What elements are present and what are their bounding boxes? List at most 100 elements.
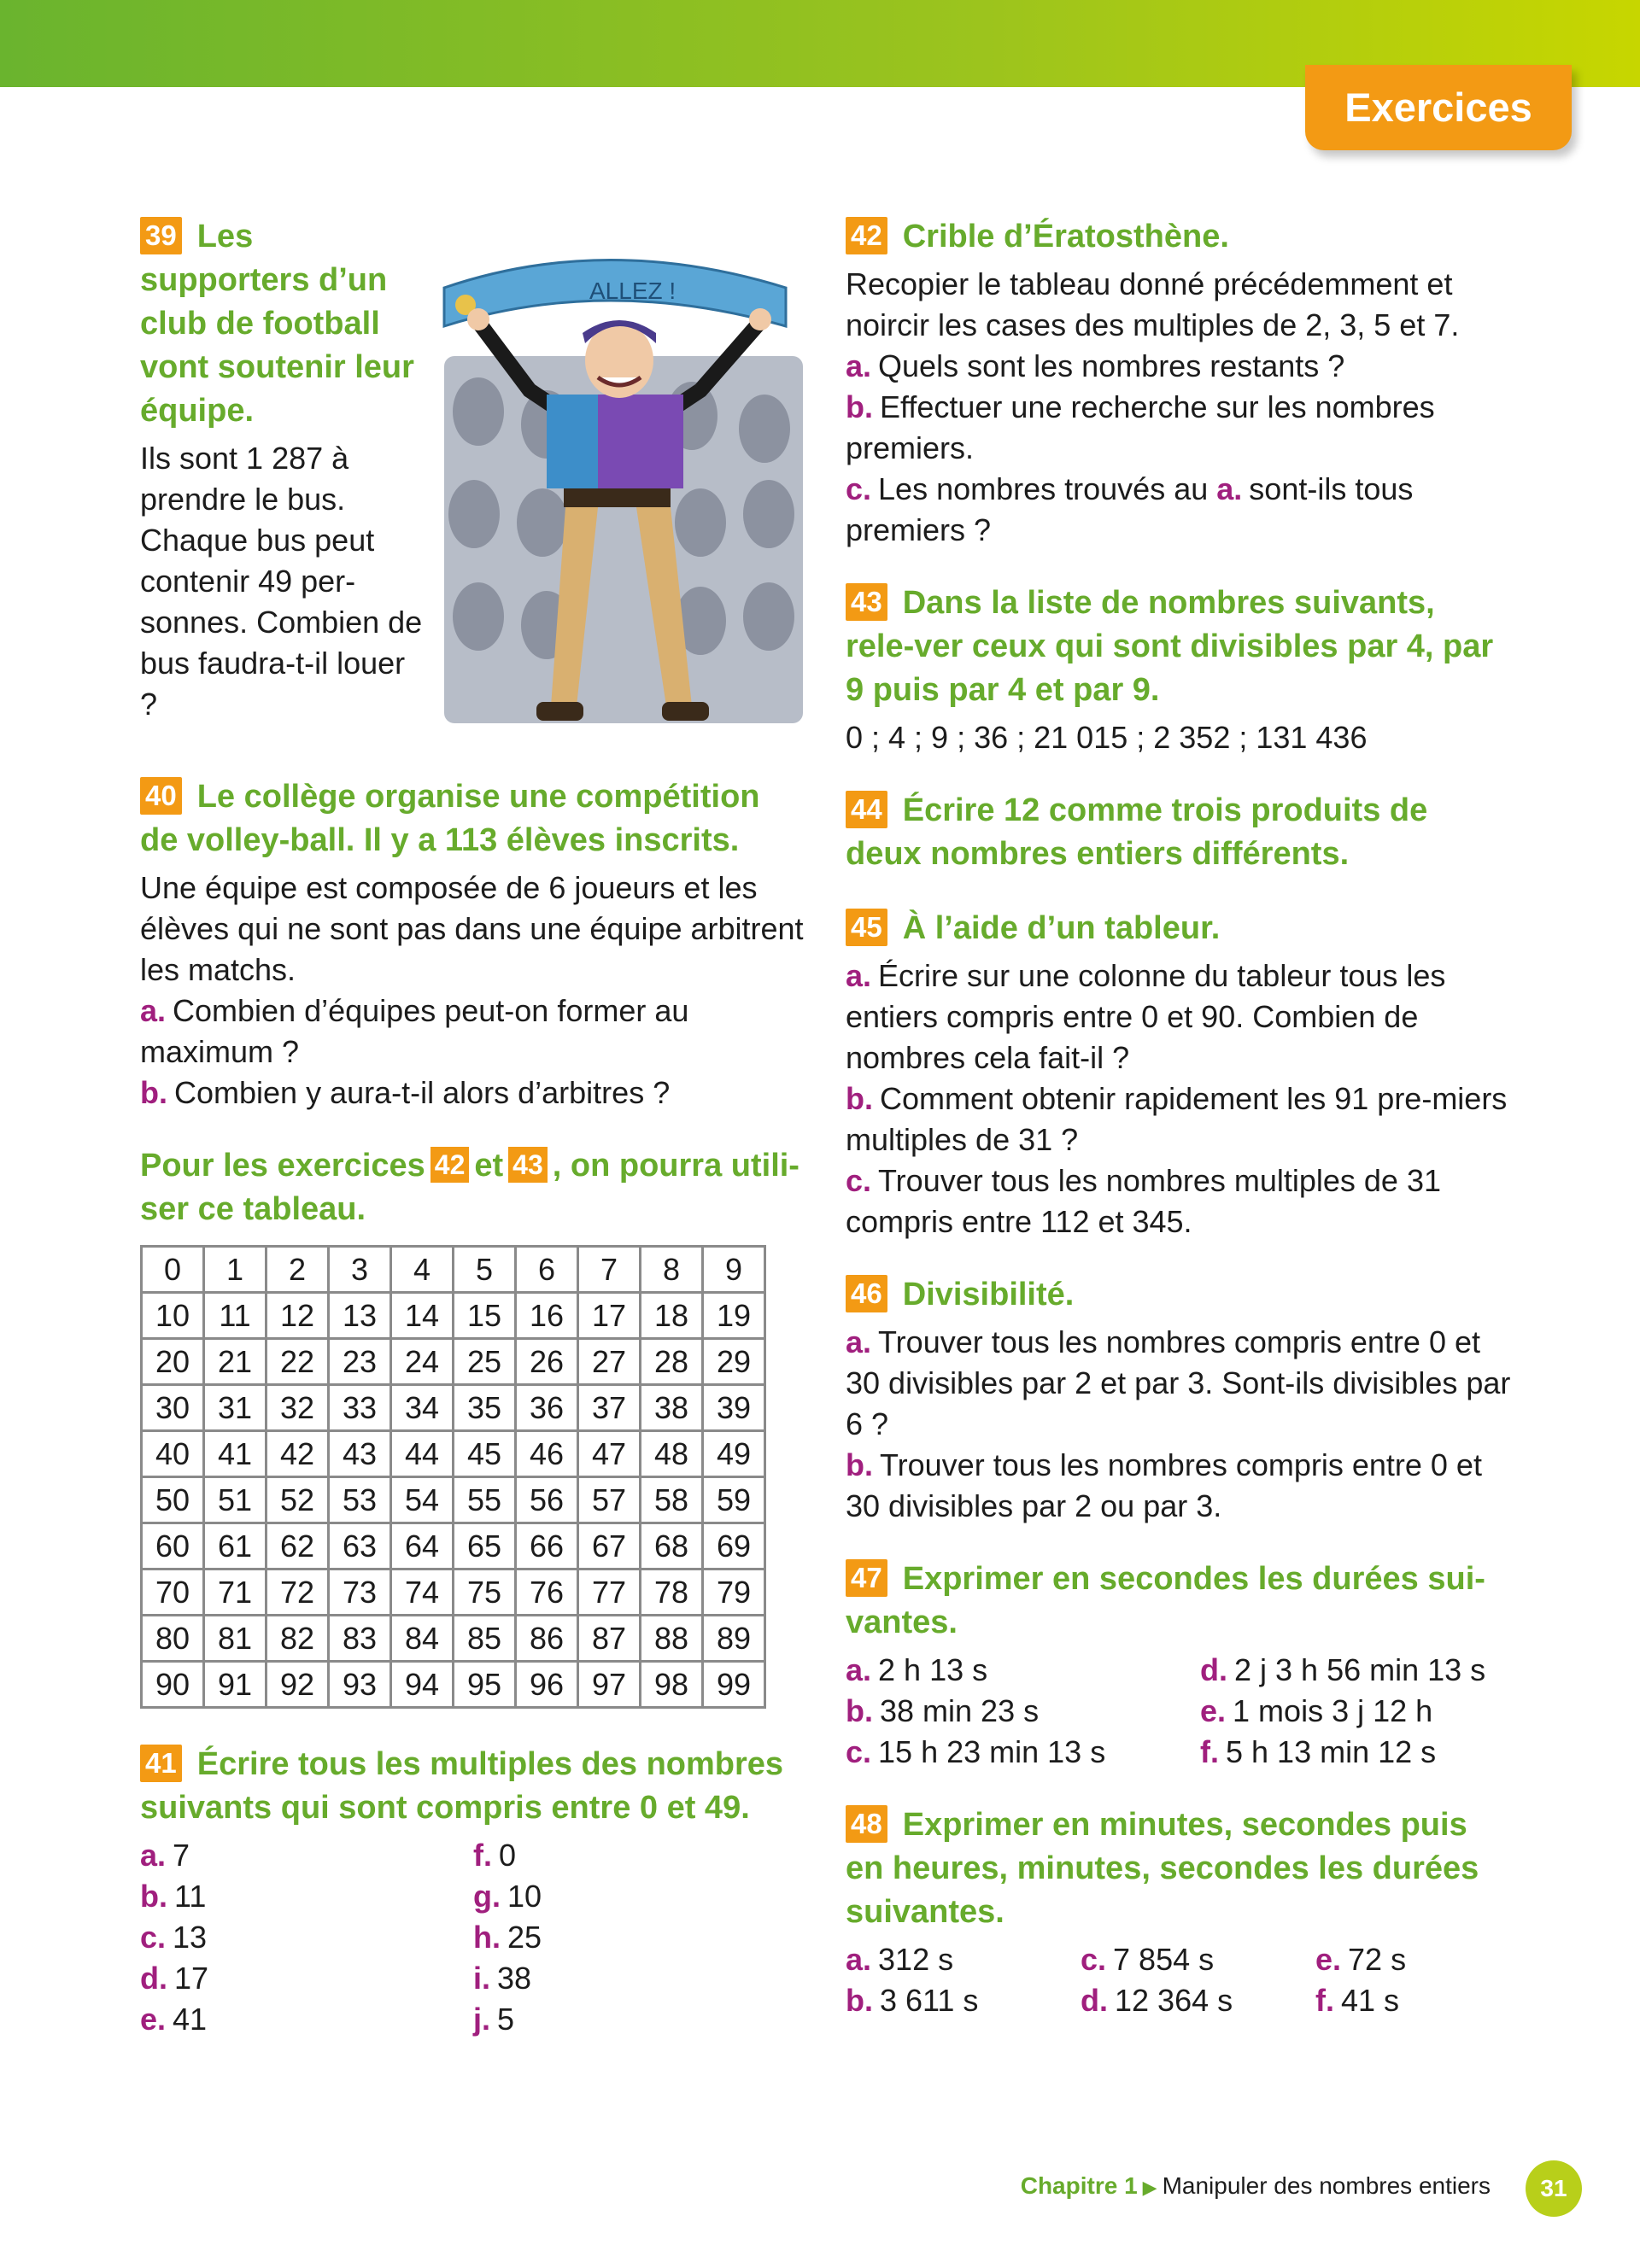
table-cell: 35 (452, 1383, 517, 1432)
table-row: 40 41 42 43 44 45 46 47 48 49 (140, 1429, 766, 1478)
table-cell: 3 (327, 1245, 392, 1294)
table-cell: 97 (577, 1660, 641, 1709)
list-item: h. 25 (473, 1920, 542, 1955)
number-table-section: Pour les exercices 42 et 43, on pourra util… (140, 1144, 806, 1709)
number-table: 0 1 2 3 4 5 6 7 8 9 10 11 12 13 14 15 16 17 18 19 20 21 22 23 24… (140, 1245, 766, 1709)
table-cell: 73 (327, 1568, 392, 1616)
list-item: i. 38 (473, 1961, 532, 1996)
list-item: g. 10 (473, 1879, 542, 1914)
table-cell: 31 (202, 1383, 267, 1432)
left-column: 39 Les supporters d’un club de football v… (140, 215, 806, 2071)
table-cell: 61 (202, 1522, 267, 1570)
table-cell: 78 (639, 1568, 704, 1616)
table-intro: Pour les exercices 42 et 43, on pourra util… (140, 1147, 800, 1227)
table-cell: 86 (514, 1614, 579, 1663)
table-cell: 99 (701, 1660, 766, 1709)
table-cell: 58 (639, 1476, 704, 1524)
table-cell: 46 (514, 1429, 579, 1478)
exercise-40: 40 Le collège organise une compétition de… (140, 775, 806, 1114)
exercise-47: 47 Exprimer en secondes les durées sui-va… (846, 1558, 1512, 1773)
exercise-number: 48 (846, 1805, 887, 1843)
chevron-right-icon: ▶ (1142, 2177, 1157, 2198)
table-cell: 64 (390, 1522, 454, 1570)
table-cell: 82 (265, 1614, 330, 1663)
exercise-number: 46 (846, 1275, 887, 1312)
list-item: e. 72 s (1315, 1942, 1407, 1977)
exercise-44: 44 Écrire 12 comme trois produits de deux… (846, 789, 1512, 876)
list-item: a. 312 s (846, 1942, 954, 1977)
table-cell: 87 (577, 1614, 641, 1663)
list-item: d. 12 364 s (1081, 1983, 1233, 2018)
question-c: c. Trouver tous les nombres multiples de … (846, 1163, 1441, 1239)
table-cell: 7 (577, 1245, 641, 1294)
exercise-title: Le collège organise une compétition de v… (140, 779, 760, 858)
exercise-title: Crible d’Ératosthène. (902, 219, 1229, 254)
table-row: 90 91 92 93 94 95 96 97 98 99 (140, 1660, 766, 1709)
table-cell: 55 (452, 1476, 517, 1524)
table-cell: 89 (701, 1614, 766, 1663)
exercise-46: 46 Divisibilité. a. Trouver tous les nombr… (846, 1273, 1512, 1527)
table-cell: 85 (452, 1614, 517, 1663)
table-cell: 17 (577, 1291, 641, 1340)
answer-list: a. 7 f. 0 b. 11 g. 10 c. 13 h. 25 d. 17 i. 38 e.… (140, 1835, 806, 2040)
table-cell: 98 (639, 1660, 704, 1709)
table-cell: 8 (639, 1245, 704, 1294)
table-cell: 79 (701, 1568, 766, 1616)
page-footer: Chapitre 1 ▶ Manipuler des nombres entiers… (0, 2160, 1640, 2220)
table-cell: 6 (514, 1245, 579, 1294)
table-cell: 68 (639, 1522, 704, 1570)
question-c: c. Les nombres trouvés au a. sont-ils tous… (846, 471, 1414, 547)
table-cell: 45 (452, 1429, 517, 1478)
exercise-number: 47 (846, 1559, 887, 1597)
table-cell: 22 (265, 1337, 330, 1386)
table-cell: 74 (390, 1568, 454, 1616)
table-cell: 80 (140, 1614, 205, 1663)
question-a: a. Trouver tous les nombres compris entre… (846, 1324, 1511, 1441)
exercise-title: À l’aide d’un tableur. (902, 910, 1221, 946)
table-row: 80 81 82 83 84 85 86 87 88 89 (140, 1614, 766, 1663)
table-cell: 57 (577, 1476, 641, 1524)
exercise-number: 41 (140, 1745, 182, 1782)
list-item: c. 13 (140, 1920, 208, 1955)
table-cell: 44 (390, 1429, 454, 1478)
table-cell: 56 (514, 1476, 579, 1524)
table-cell: 41 (202, 1429, 267, 1478)
exercise-number: 43 (846, 583, 887, 621)
table-cell: 2 (265, 1245, 330, 1294)
table-cell: 66 (514, 1522, 579, 1570)
list-item: j. 5 (473, 2002, 515, 2037)
table-cell: 27 (577, 1337, 641, 1386)
exercise-title: Écrire tous les multiples des nombres su… (140, 1746, 784, 1826)
table-cell: 15 (452, 1291, 517, 1340)
exercise-number: 39 (140, 217, 182, 254)
table-cell: 92 (265, 1660, 330, 1709)
table-cell: 90 (140, 1660, 205, 1709)
section-tab: Exercices (1305, 65, 1572, 150)
table-cell: 42 (265, 1429, 330, 1478)
table-cell: 52 (265, 1476, 330, 1524)
right-column: 42 Crible d’Ératosthène. Recopier le tabl… (846, 215, 1512, 2052)
table-cell: 63 (327, 1522, 392, 1570)
page-number: 31 (1526, 2160, 1582, 2217)
table-cell: 83 (327, 1614, 392, 1663)
table-cell: 30 (140, 1383, 205, 1432)
table-cell: 48 (639, 1429, 704, 1478)
question-b: b. Combien y aura-t-il alors d’arbitres ? (140, 1075, 671, 1110)
list-item: e. 41 (140, 2002, 208, 2037)
table-cell: 21 (202, 1337, 267, 1386)
table-cell: 19 (701, 1291, 766, 1340)
list-item: b. 11 (140, 1879, 207, 1914)
table-cell: 65 (452, 1522, 517, 1570)
exercise-title: Divisibilité. (902, 1277, 1075, 1312)
list-item: b. 38 min 23 s (846, 1693, 1040, 1728)
exercise-42: 42 Crible d’Ératosthène. Recopier le tabl… (846, 215, 1512, 551)
table-cell: 4 (390, 1245, 454, 1294)
list-item: c. 7 854 s (1081, 1942, 1215, 1977)
table-cell: 95 (452, 1660, 517, 1709)
question-b: b. Effectuer une recherche sur les nombre… (846, 389, 1435, 465)
table-cell: 96 (514, 1660, 579, 1709)
table-cell: 51 (202, 1476, 267, 1524)
exercise-45: 45 À l’aide d’un tableur. a. Écrire sur un… (846, 907, 1512, 1242)
exercise-number: 40 (140, 777, 182, 815)
list-item: a. 2 h 13 s (846, 1652, 988, 1687)
